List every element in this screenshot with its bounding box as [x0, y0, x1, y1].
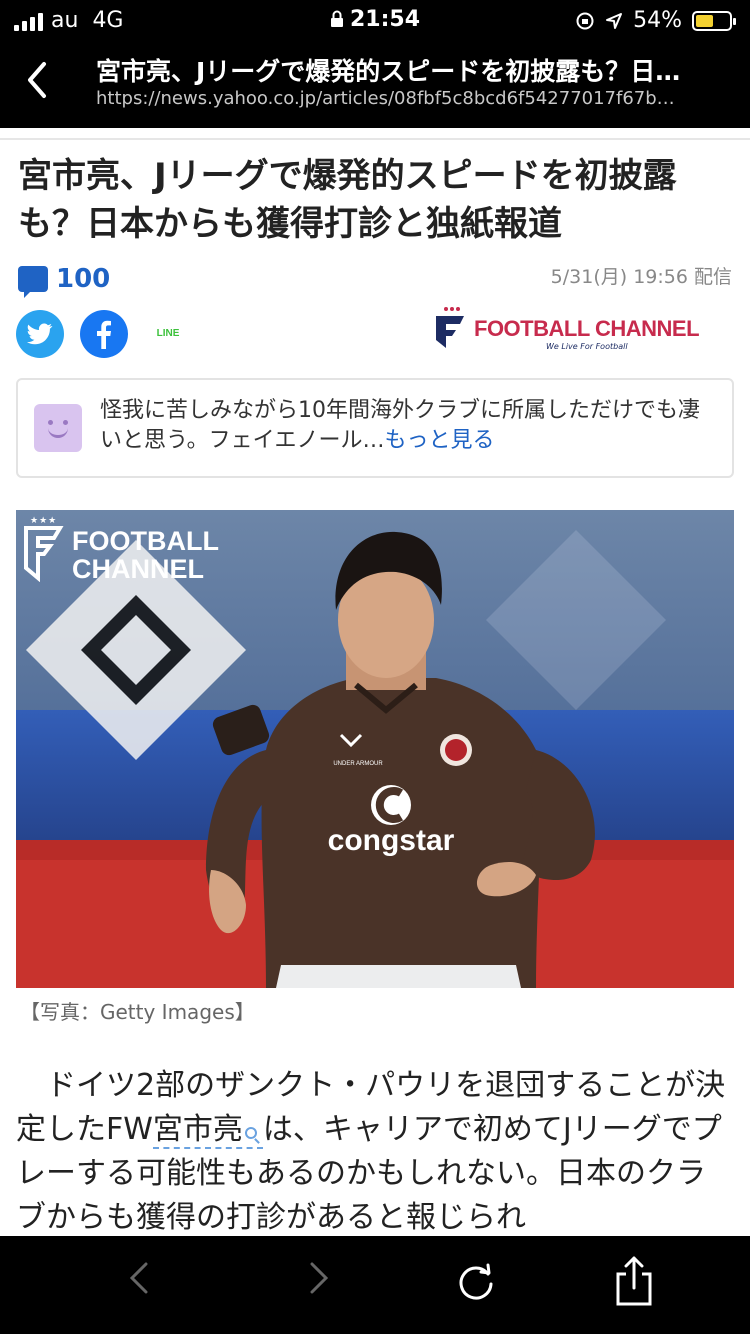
- page-title: 宮市亮、Jリーグで爆発的スピードを初披露も？日…: [96, 57, 681, 86]
- comment-count: 100: [56, 264, 111, 294]
- reload-icon[interactable]: [454, 1260, 498, 1311]
- battery-icon: [692, 10, 736, 31]
- facebook-share-button[interactable]: [80, 310, 128, 358]
- status-bar: au 4G 21:54 54%: [0, 0, 750, 40]
- chevron-forward-icon[interactable]: [304, 1260, 334, 1303]
- battery-percent: 54%: [633, 8, 682, 33]
- line-share-button[interactable]: LINE: [144, 310, 192, 358]
- sponsor-text: congstar: [328, 824, 455, 857]
- watermark-line2: CHANNEL: [72, 554, 204, 584]
- share-icon[interactable]: [614, 1256, 654, 1313]
- article-photo[interactable]: UNDER ARMOUR congstar ★★★ FOOTBALL CHANN…: [16, 510, 734, 988]
- player-name-link[interactable]: 宮市亮: [152, 1112, 263, 1149]
- watermark-line1: FOOTBALL: [72, 526, 219, 556]
- photo-watermark-logo: ★★★ FOOTBALL CHANNEL: [22, 514, 242, 584]
- article-date: 5/31(月) 19:56 配信: [550, 266, 732, 288]
- publisher-name: FOOTBALL CHANNEL: [474, 316, 700, 341]
- page-url[interactable]: https://news.yahoo.co.jp/articles/08fbf5…: [96, 88, 721, 109]
- orientation-lock-icon: [576, 12, 594, 29]
- status-right: 54%: [575, 8, 736, 33]
- smiley-avatar-icon: [34, 404, 82, 452]
- top-comment-card[interactable]: 怪我に苦しみながら10年間海外クラブに所属しただけでも凄いと思う。フェイエノール…: [16, 378, 734, 478]
- publisher-tagline: We Live For Football: [546, 342, 628, 351]
- location-icon: [606, 12, 623, 29]
- twitter-icon: [27, 323, 53, 345]
- lock-icon: [330, 10, 343, 27]
- chevron-left-icon[interactable]: [24, 60, 64, 108]
- share-buttons: LINE: [16, 310, 192, 358]
- top-comment-text: 怪我に苦しみながら10年間海外クラブに所属しただけでも凄いと思う。フェイエノール…: [100, 396, 720, 456]
- player-name: 宮市亮: [152, 1112, 243, 1147]
- article-body: ドイツ2部のザンクト・パウリを退団することが決定したFW宮市亮 は、キャリアで初め…: [16, 1064, 732, 1240]
- browser-toolbar: [0, 1236, 750, 1334]
- search-icon: [244, 1127, 257, 1139]
- svg-text:UNDER ARMOUR: UNDER ARMOUR: [333, 761, 383, 767]
- twitter-share-button[interactable]: [16, 310, 64, 358]
- photo-caption: 【写真：Getty Images】: [20, 1000, 255, 1024]
- comment-count-link[interactable]: 100: [18, 264, 111, 298]
- header-divider: [0, 128, 750, 140]
- line-icon: LINE: [144, 310, 192, 358]
- article-headline: 宮市亮、Jリーグで爆発的スピードを初披露も？日本からも獲得打診と独紙報道: [18, 156, 677, 244]
- football-channel-watermark-icon: [24, 526, 64, 582]
- publisher-logo[interactable]: FOOTBALL CHANNEL We Live For Football: [434, 302, 734, 354]
- comment-bubble-icon: [18, 266, 48, 298]
- facebook-icon: [97, 320, 111, 349]
- see-more-link[interactable]: もっと見る: [384, 428, 494, 453]
- football-channel-mark-icon: [436, 307, 464, 348]
- chevron-back-icon[interactable]: [124, 1260, 154, 1303]
- time-label: 21:54: [349, 7, 421, 32]
- browser-nav-bar: 宮市亮、Jリーグで爆発的スピードを初披露も？日… https://news.ya…: [0, 40, 750, 128]
